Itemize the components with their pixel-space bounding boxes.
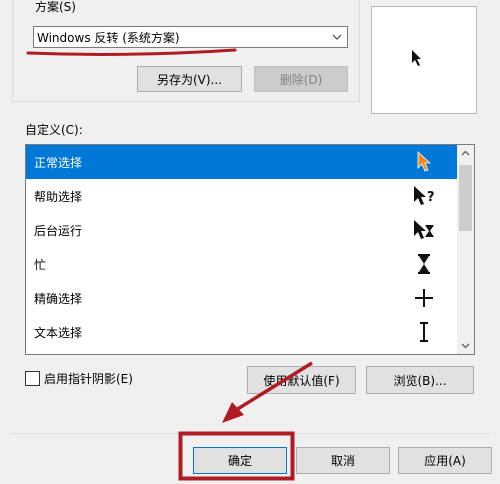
crosshair-icon (410, 281, 438, 315)
scheme-label: 方案(S) (32, 0, 79, 15)
use-default-button[interactable]: 使用默认值(F) (247, 366, 356, 394)
ok-button[interactable]: 确定 (193, 447, 287, 474)
list-item[interactable]: 忙 (26, 247, 457, 281)
save-as-button[interactable]: 另存为(V)... (137, 66, 242, 92)
svg-text:?: ? (427, 190, 435, 205)
scheme-dropdown-value: Windows 反转 (系统方案) (37, 31, 180, 45)
browse-button[interactable]: 浏览(B)... (366, 366, 474, 394)
list-item-label: 忙 (34, 257, 47, 272)
list-item[interactable]: 精确选择 (26, 281, 457, 315)
list-item-label: 文本选择 (34, 325, 83, 340)
hourglass-icon (410, 247, 438, 281)
preview-arrow-icon (411, 49, 423, 70)
shadow-checkbox[interactable] (25, 371, 40, 386)
apply-button[interactable]: 应用(A) (398, 447, 492, 474)
orange-arrow-cursor-icon (410, 145, 438, 179)
i-beam-icon (410, 315, 438, 349)
annotation-arrowhead (222, 402, 244, 423)
scheme-dropdown[interactable]: Windows 反转 (系统方案) (33, 26, 348, 48)
panel-divider (10, 433, 490, 434)
customize-label: 自定义(C): (25, 123, 83, 137)
cursor-list[interactable]: 正常选择 帮助选择 ? 后台运行 忙 精确选择 文本选择 (25, 144, 475, 355)
list-item-label: 帮助选择 (34, 189, 83, 204)
scroll-down-icon[interactable] (457, 337, 474, 354)
list-item[interactable]: 后台运行 (26, 213, 457, 247)
working-in-background-cursor-icon (410, 213, 438, 247)
list-item[interactable]: 帮助选择 ? (26, 179, 457, 213)
list-item-label: 正常选择 (34, 155, 83, 170)
list-item[interactable]: 正常选择 (26, 145, 457, 179)
list-item[interactable]: 文本选择 (26, 315, 457, 349)
list-item-label: 精确选择 (34, 291, 83, 306)
scroll-up-icon[interactable] (457, 145, 474, 162)
help-select-cursor-icon: ? (410, 179, 438, 213)
chevron-down-icon (330, 29, 344, 45)
list-scrollbar[interactable] (457, 145, 474, 354)
list-item-label: 后台运行 (34, 223, 83, 238)
cursor-preview-box (371, 6, 477, 114)
scroll-thumb[interactable] (459, 165, 472, 231)
cancel-button[interactable]: 取消 (296, 447, 390, 474)
delete-button[interactable]: 删除(D) (254, 66, 348, 92)
shadow-checkbox-label: 启用指针阴影(E) (44, 372, 133, 386)
shadow-checkbox-row[interactable]: 启用指针阴影(E) (25, 370, 133, 387)
